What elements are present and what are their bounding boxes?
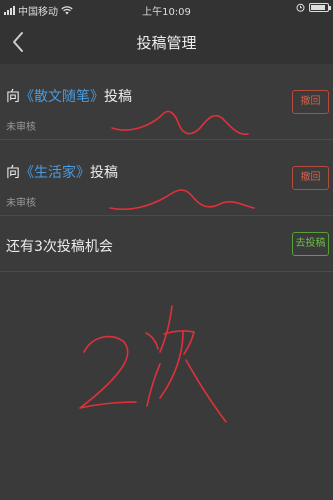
withdraw-button[interactable]: 撤回 [292,166,329,190]
submission-suffix: 投稿 [104,89,132,105]
submission-suffix: 投稿 [90,165,118,181]
page-title: 投稿管理 [136,34,197,52]
status-bar: 中国移动 上午10:09 [0,0,333,20]
submission-title: 向《散文随笔》投稿 [6,86,132,106]
battery-icon [309,3,331,12]
submission-prefix: 向 [6,165,20,181]
empty-area [0,273,333,500]
submission-item: 向《生活家》投稿 未审核 撤回 [0,140,333,216]
submission-item: 向《散文随笔》投稿 未审核 撤回 [0,64,333,140]
magazine-link[interactable]: 《散文随笔》 [20,89,104,105]
submission-title: 向《生活家》投稿 [6,162,118,182]
review-status: 未审核 [6,122,36,133]
withdraw-button[interactable]: 撤回 [292,90,329,114]
magazine-link[interactable]: 《生活家》 [20,165,90,181]
remaining-chances-row: 还有3次投稿机会 去投稿 [0,216,333,272]
remaining-chances-text: 还有3次投稿机会 [6,239,113,255]
clock: 上午10:09 [142,7,191,18]
submission-prefix: 向 [6,89,20,105]
navigation-bar: 投稿管理 [0,20,333,64]
review-status: 未审核 [6,198,36,209]
submit-button[interactable]: 去投稿 [292,232,329,256]
submission-list: 向《散文随笔》投稿 未审核 撤回 向《生活家》投稿 未审核 撤回 还有3次投稿机… [0,64,333,272]
alarm-icon [296,3,305,12]
